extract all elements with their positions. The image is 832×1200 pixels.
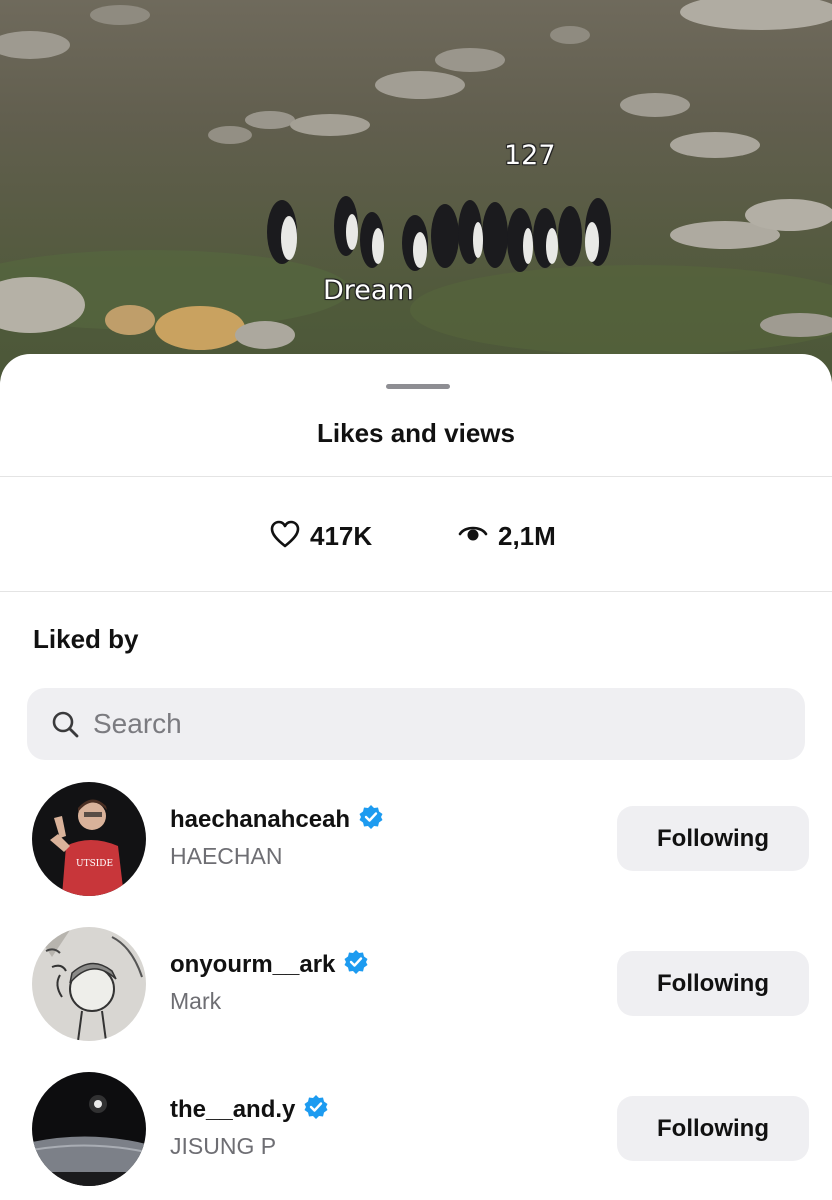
user-text: haechanahceah HAECHAN — [170, 804, 384, 870]
avatar[interactable]: UTSIDE — [32, 782, 146, 896]
heart-icon — [270, 520, 300, 553]
eye-icon — [458, 522, 488, 551]
views-count: 2,1M — [498, 520, 556, 551]
liked-by-heading: Liked by — [33, 624, 139, 654]
verified-badge-icon — [303, 1094, 329, 1125]
username[interactable]: the__and.y — [170, 1096, 295, 1124]
display-name: Mark — [170, 988, 222, 1014]
following-button[interactable]: Following — [617, 951, 809, 1016]
photo-overlay-label-dream: Dream — [323, 275, 414, 306]
user-text: onyourm__ark Mark — [170, 949, 369, 1015]
liked-by-user-row[interactable]: the__and.y JISUNG P Following — [0, 1072, 832, 1186]
username[interactable]: onyourm__ark — [170, 951, 335, 979]
likes-stat: 417K — [270, 516, 372, 556]
display-name: JISUNG P — [170, 1133, 277, 1159]
stats-row: 417K 2,1M — [0, 516, 832, 556]
username[interactable]: haechanahceah — [170, 806, 350, 834]
user-text: the__and.y JISUNG P — [170, 1094, 329, 1160]
likes-count: 417K — [310, 520, 373, 551]
views-stat: 2,1M — [458, 516, 556, 556]
divider — [0, 476, 832, 477]
photo-overlay-label-127: 127 — [504, 140, 556, 171]
search-bar[interactable] — [27, 688, 805, 760]
divider — [0, 591, 832, 592]
following-button[interactable]: Following — [617, 1096, 809, 1161]
avatar[interactable] — [32, 927, 146, 1041]
search-icon — [49, 708, 81, 740]
following-button[interactable]: Following — [617, 806, 809, 871]
verified-badge-icon — [343, 949, 369, 980]
sheet-title: Likes and views — [317, 418, 515, 448]
svg-text:UTSIDE: UTSIDE — [76, 859, 113, 869]
verified-badge-icon — [358, 804, 384, 835]
display-name: HAECHAN — [170, 843, 283, 869]
liked-by-user-row[interactable]: UTSIDE haechanahceah HAECHAN Following — [0, 782, 832, 896]
search-input[interactable] — [91, 707, 775, 741]
liked-by-user-row[interactable]: onyourm__ark Mark Following — [0, 927, 832, 1041]
avatar[interactable] — [32, 1072, 146, 1186]
likes-and-views-sheet: Likes and views 417K 2,1M Liked by Searc… — [0, 354, 832, 1200]
sheet-grabber-handle[interactable] — [386, 384, 450, 389]
